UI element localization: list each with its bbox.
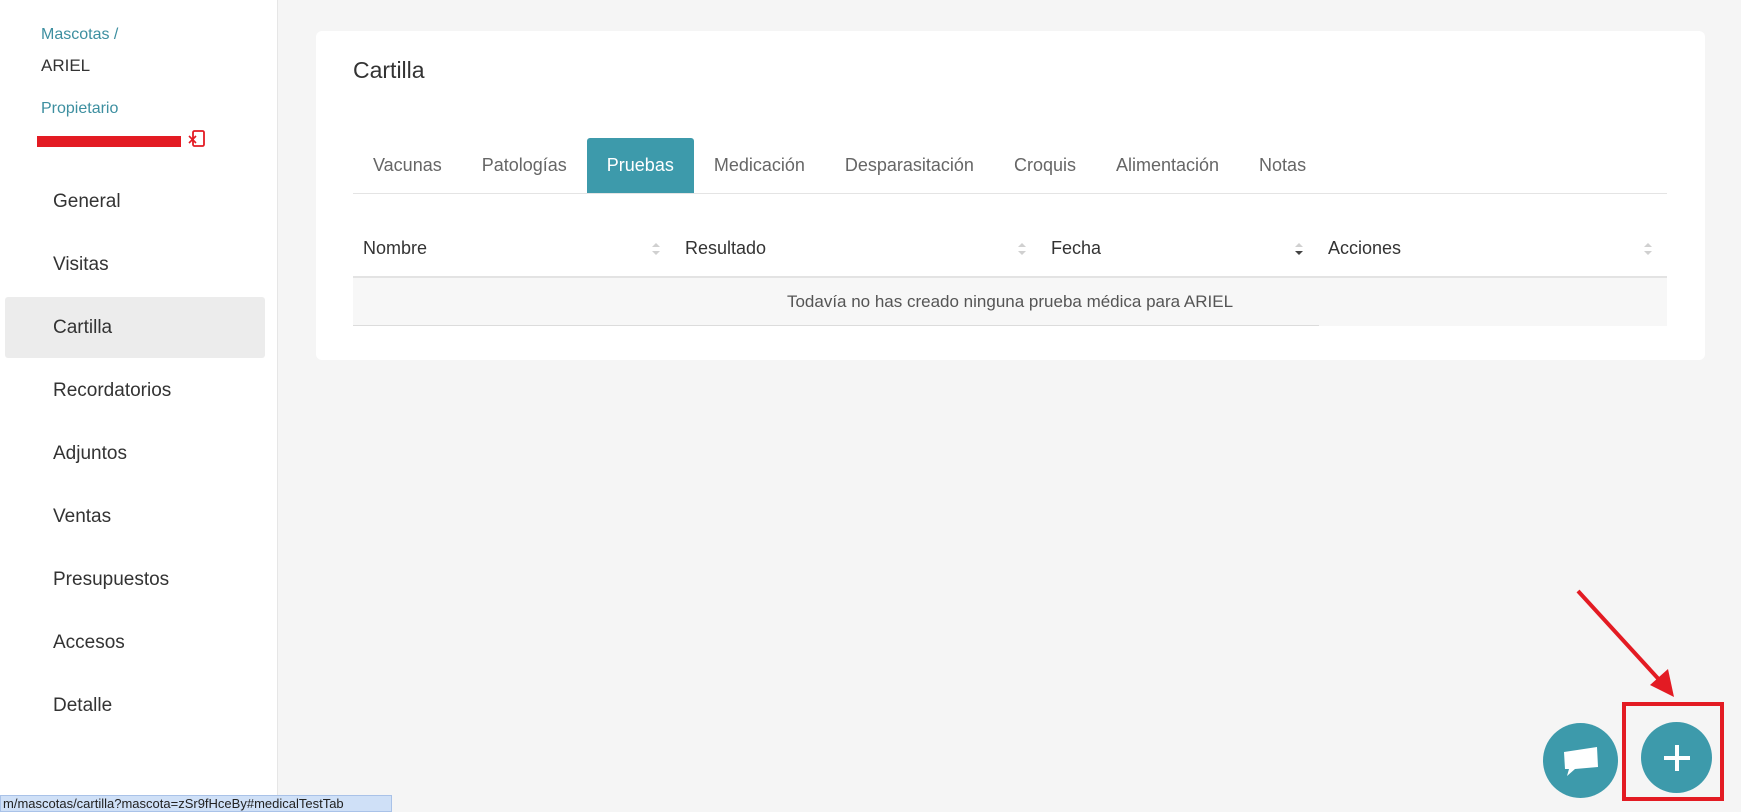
column-header-fecha[interactable]: Fecha <box>1041 221 1318 276</box>
annotation-highlight-box <box>1622 702 1724 801</box>
sidebar-item-accesos[interactable]: Accesos <box>5 612 265 673</box>
table-header: Nombre Resultado Fecha Acciones <box>353 221 1667 278</box>
tab-pruebas[interactable]: Pruebas <box>586 138 694 193</box>
tab-croquis[interactable]: Croquis <box>994 138 1096 193</box>
cartilla-card: Cartilla Vacunas Patologías Pruebas Medi… <box>316 31 1705 360</box>
tab-desparasitacion[interactable]: Desparasitación <box>825 138 994 193</box>
owner-name-redacted <box>37 136 181 147</box>
column-label: Fecha <box>1051 238 1102 258</box>
sidebar-item-ventas[interactable]: Ventas <box>5 486 265 547</box>
column-label: Acciones <box>1328 238 1402 258</box>
table-empty-row: Todavía no has creado ninguna prueba méd… <box>353 278 1667 326</box>
unlink-icon[interactable] <box>188 130 206 148</box>
owner-label[interactable]: Propietario <box>41 100 118 118</box>
tab-medicacion[interactable]: Medicación <box>694 138 825 193</box>
column-header-resultado[interactable]: Resultado <box>675 221 1041 276</box>
breadcrumb-mascotas[interactable]: Mascotas / <box>41 26 118 44</box>
chat-button[interactable] <box>1543 723 1618 798</box>
annotation-arrow-icon <box>1576 589 1674 697</box>
sidebar-item-recordatorios[interactable]: Recordatorios <box>5 360 265 421</box>
sort-icon <box>652 243 660 255</box>
sidebar-item-cartilla[interactable]: Cartilla <box>5 297 265 358</box>
tab-notas[interactable]: Notas <box>1239 138 1326 193</box>
pet-name: ARIEL <box>41 56 91 75</box>
sidebar-item-adjuntos[interactable]: Adjuntos <box>5 423 265 484</box>
empty-message: Todavía no has creado ninguna prueba méd… <box>786 292 1234 311</box>
column-label: Nombre <box>363 238 428 258</box>
medical-tests-table: Nombre Resultado Fecha Acciones Todavía … <box>353 221 1667 326</box>
sidebar-item-presupuestos[interactable]: Presupuestos <box>5 549 265 610</box>
page-title: Cartilla <box>353 57 425 83</box>
chat-bubble-icon <box>1563 746 1598 776</box>
tab-alimentacion[interactable]: Alimentación <box>1096 138 1239 193</box>
sidebar: Mascotas / ARIEL Propietario General Vis… <box>0 0 278 812</box>
sort-icon <box>1018 243 1026 255</box>
column-label: Resultado <box>685 238 767 258</box>
tab-patologias[interactable]: Patologías <box>462 138 587 193</box>
sidebar-item-detalle[interactable]: Detalle <box>5 675 265 736</box>
browser-status-url: m/mascotas/cartilla?mascota=zSr9fHceBy#m… <box>0 795 392 812</box>
column-header-acciones[interactable]: Acciones <box>1318 221 1667 276</box>
sort-desc-icon <box>1295 243 1303 255</box>
sidebar-item-general[interactable]: General <box>5 171 265 232</box>
row-divider <box>353 325 1319 326</box>
column-header-nombre[interactable]: Nombre <box>353 221 675 276</box>
sidebar-menu: General Visitas Cartilla Recordatorios A… <box>5 171 265 738</box>
cartilla-tabs: Vacunas Patologías Pruebas Medicación De… <box>353 108 1667 194</box>
sidebar-item-visitas[interactable]: Visitas <box>5 234 265 295</box>
tab-vacunas[interactable]: Vacunas <box>353 138 462 193</box>
sort-icon <box>1644 243 1652 255</box>
